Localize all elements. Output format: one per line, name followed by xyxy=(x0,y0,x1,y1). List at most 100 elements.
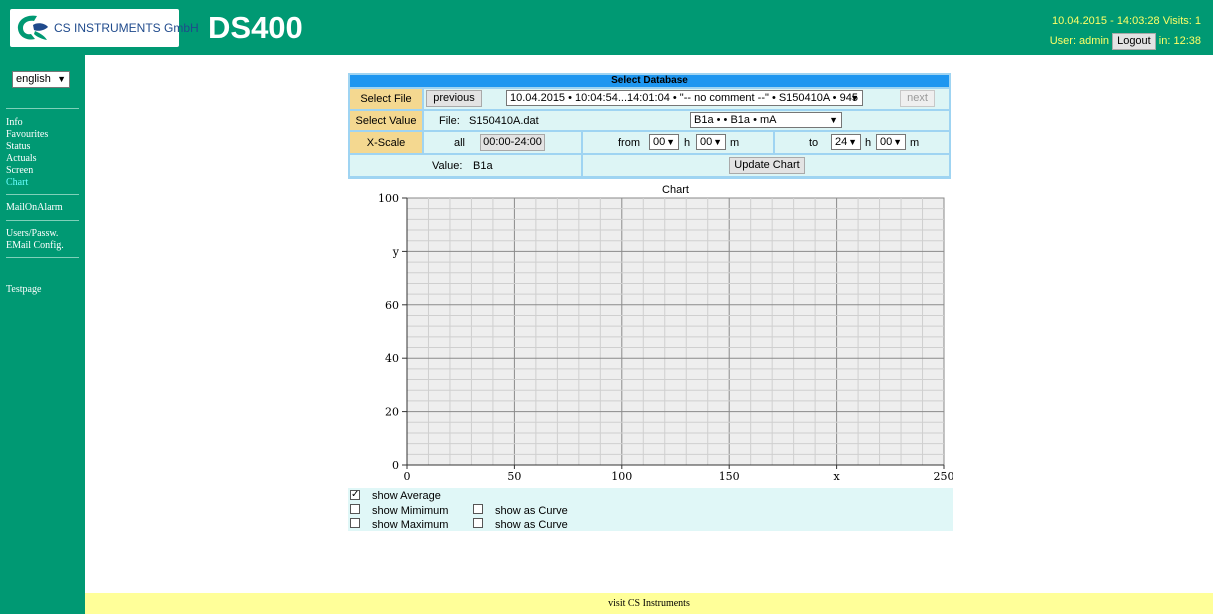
x-tick-label: 250 xyxy=(934,470,954,483)
xscale-to-cell: to 24 ▼ h 00 ▼ m xyxy=(775,132,949,153)
y-tick-label: 20 xyxy=(385,406,399,419)
file-select-value: 10.04.2015 • 10:04:54...14:01:04 • "-- n… xyxy=(510,92,858,104)
y-tick-label: 60 xyxy=(385,299,399,312)
select-database-panel: Select Database Select File previous 10.… xyxy=(348,73,951,179)
show-min-curve-label: show as Curve xyxy=(495,505,568,517)
x-tick-label: 150 xyxy=(719,470,740,483)
chart-svg: Chart 0 50 100 150 x 250 0 20 40 60 y 100 xyxy=(378,184,955,483)
sidebar-item-favourites[interactable]: Favourites xyxy=(6,129,48,141)
app-title: DS400 xyxy=(208,10,303,45)
chevron-down-icon: ▼ xyxy=(713,137,722,147)
sidebar-item-mailonalarm[interactable]: MailOnAlarm xyxy=(6,202,63,214)
select-value-label: Select Value xyxy=(355,115,417,127)
x-tick-label: 0 xyxy=(404,470,411,483)
check-icon: ✓ xyxy=(351,489,360,500)
footer-link[interactable]: visit CS Instruments xyxy=(608,598,690,609)
select-file-cell: Select File xyxy=(350,89,422,109)
value-cell: Value: B1a xyxy=(350,155,581,176)
language-select[interactable]: english ▼ xyxy=(12,71,70,88)
sidebar-divider xyxy=(6,257,79,258)
show-average-checkbox[interactable]: ✓ xyxy=(350,490,360,500)
sidebar-item-testpage[interactable]: Testpage xyxy=(6,284,41,296)
file-select[interactable]: 10.04.2015 • 10:04:54...14:01:04 • "-- n… xyxy=(506,90,863,106)
sidebar-item-actuals[interactable]: Actuals xyxy=(6,153,37,165)
show-minimum-checkbox[interactable] xyxy=(350,504,360,514)
update-chart-button[interactable]: Update Chart xyxy=(729,157,805,174)
select-value-cell: Select Value xyxy=(350,111,422,130)
user-label: User: admin xyxy=(1049,35,1110,47)
chevron-down-icon: ▼ xyxy=(666,137,675,147)
sidebar-divider xyxy=(6,108,79,109)
chart: Chart 0 50 100 150 x 250 0 20 40 60 y 100 xyxy=(348,184,955,488)
language-value: english xyxy=(16,73,51,85)
header-status: 10.04.2015 - 14:03:28 Visits: 1 User: ad… xyxy=(1050,11,1201,51)
y-tick-label: y xyxy=(392,245,400,258)
file-label: File: xyxy=(439,115,460,127)
hour-unit: h xyxy=(865,137,872,149)
show-maximum-checkbox[interactable] xyxy=(350,518,360,528)
minute-unit: m xyxy=(730,137,740,149)
xscale-all-cell: all 00:00-24:00 xyxy=(424,132,581,153)
value-select-value: B1a • • B1a • mA xyxy=(694,114,777,126)
previous-button[interactable]: previous xyxy=(426,90,482,107)
header-bar: CS INSTRUMENTS GmbH DS400 10.04.2015 - 1… xyxy=(0,0,1213,55)
sidebar-item-users[interactable]: Users/Passw. xyxy=(6,228,58,240)
to-hour-select[interactable]: 24 ▼ xyxy=(831,134,861,150)
xscale-from-cell: from 00 ▼ h 00 ▼ m xyxy=(583,132,773,153)
sidebar-item-email-config[interactable]: EMail Config. xyxy=(6,240,64,252)
sidebar-item-screen[interactable]: Screen xyxy=(6,165,33,177)
x-tick-label: 100 xyxy=(611,470,632,483)
sidebar-item-status[interactable]: Status xyxy=(6,141,30,153)
to-minute-select[interactable]: 00 ▼ xyxy=(876,134,906,150)
xscale-cell: X-Scale xyxy=(350,132,422,153)
value-label: Value: xyxy=(432,160,463,172)
from-minute-select[interactable]: 00 ▼ xyxy=(696,134,726,150)
to-minute-value: 00 xyxy=(880,136,893,148)
hour-unit: h xyxy=(684,137,691,149)
next-button[interactable]: next xyxy=(900,90,935,107)
show-minimum-label: show Mimimum xyxy=(372,505,449,517)
from-label: from xyxy=(618,137,640,149)
from-hour-value: 00 xyxy=(653,136,666,148)
to-hour-value: 24 xyxy=(835,136,848,148)
chart-title: Chart xyxy=(662,184,689,196)
sidebar-divider xyxy=(6,194,79,195)
y-tick-label: 40 xyxy=(385,352,399,365)
sidebar-item-chart[interactable]: Chart xyxy=(6,177,28,189)
range-button[interactable]: 00:00-24:00 xyxy=(480,134,545,151)
update-cell: Update Chart xyxy=(583,155,949,176)
y-tick-label: 0 xyxy=(392,459,399,472)
sidebar-divider xyxy=(6,220,79,221)
select-file-label: Select File xyxy=(360,93,412,105)
from-minute-value: 00 xyxy=(700,136,713,148)
minute-unit: m xyxy=(910,137,920,149)
chevron-down-icon: ▼ xyxy=(848,137,857,147)
show-min-curve-checkbox[interactable] xyxy=(473,504,483,514)
to-label: to xyxy=(809,137,819,149)
chevron-down-icon: ▼ xyxy=(893,137,902,147)
chevron-down-icon: ▼ xyxy=(829,115,838,125)
select-file-row: previous 10.04.2015 • 10:04:54...14:01:0… xyxy=(424,89,949,109)
datetime-visits: 10.04.2015 - 14:03:28 Visits: 1 xyxy=(1051,15,1201,27)
session-timer: in: 12:38 xyxy=(1158,35,1201,47)
chevron-down-icon: ▼ xyxy=(850,93,859,103)
from-hour-select[interactable]: 00 ▼ xyxy=(649,134,679,150)
plot-area xyxy=(406,197,945,466)
sidebar-item-info[interactable]: Info xyxy=(6,117,23,129)
select-value-row: File: S150410A.dat B1a • • B1a • mA ▼ xyxy=(424,111,949,130)
show-max-curve-label: show as Curve xyxy=(495,519,568,531)
all-label: all xyxy=(454,137,466,149)
cs-logo-icon xyxy=(17,15,48,40)
logout-button[interactable]: Logout xyxy=(1112,32,1156,50)
show-max-curve-checkbox[interactable] xyxy=(473,518,483,528)
y-tick-label: 100 xyxy=(378,192,399,205)
value-select[interactable]: B1a • • B1a • mA ▼ xyxy=(690,112,842,128)
sidebar: english ▼ Info Favourites Status Actuals… xyxy=(0,55,85,614)
xscale-label: X-Scale xyxy=(366,137,406,149)
company-logo[interactable]: CS INSTRUMENTS GmbH xyxy=(10,9,199,47)
chart-options: ✓ show Average show Mimimum show as Curv… xyxy=(348,488,953,531)
value-name: B1a xyxy=(473,160,493,172)
x-tick-label: 50 xyxy=(507,470,521,483)
x-tick-label: x xyxy=(833,470,840,483)
show-average-label: show Average xyxy=(372,490,441,502)
